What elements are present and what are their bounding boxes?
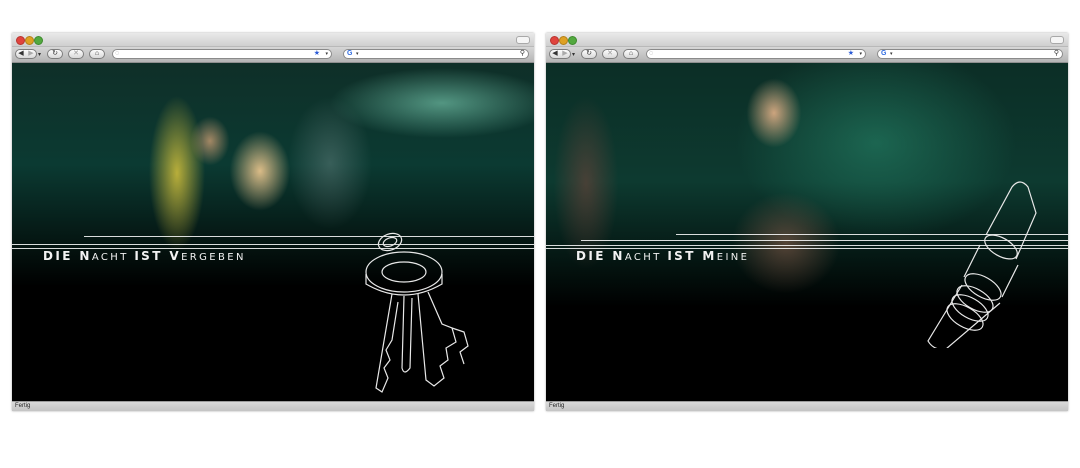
url-dropdown-icon[interactable]: ▾ [859, 50, 862, 58]
browser-window-right: ◀ ▶ ▾ ↻ ✕ ⌂ ◌ ★ ▾ G ▾ ⚲ DIE NACHT IST MEI… [546, 33, 1068, 411]
stop-button[interactable]: ✕ [602, 49, 618, 59]
address-bar[interactable]: ◌ ★ ▾ [112, 49, 332, 59]
bookmark-star-icon[interactable]: ★ [848, 50, 854, 58]
status-bar: Fertig [546, 401, 1068, 411]
slogan-part: DIE N [576, 249, 625, 263]
slogan-part: IST V [134, 249, 182, 263]
slogan-part: EINE [716, 252, 750, 263]
google-engine-icon[interactable]: G [347, 50, 352, 58]
page-content: DIE NACHT IST MEINE [546, 63, 1068, 402]
engine-dropdown-icon[interactable]: ▾ [356, 50, 359, 58]
history-dropdown-icon[interactable]: ▾ [38, 51, 41, 58]
bookmark-star-icon[interactable]: ★ [314, 50, 320, 58]
slogan-part: ERGEBEN [181, 252, 246, 263]
back-forward-buttons[interactable]: ◀ ▶ [549, 49, 571, 59]
navigation-toolbar: ◀ ▶ ▾ ↻ ✕ ⌂ ◌ ★ ▾ G ▾ ⚲ [546, 47, 1068, 63]
site-identity-icon[interactable]: ◌ [649, 50, 653, 58]
google-engine-icon[interactable]: G [881, 50, 886, 58]
back-arrow-icon[interactable]: ◀ [16, 50, 26, 58]
minimize-window-button[interactable] [25, 36, 34, 45]
search-bar[interactable]: G ▾ ⚲ [343, 49, 529, 59]
zoom-window-button[interactable] [568, 36, 577, 45]
toolbar-toggle-button[interactable] [1050, 36, 1064, 44]
url-dropdown-icon[interactable]: ▾ [325, 50, 328, 58]
status-bar: Fertig [12, 401, 534, 411]
engine-dropdown-icon[interactable]: ▾ [890, 50, 893, 58]
home-button[interactable]: ⌂ [623, 49, 639, 59]
address-bar[interactable]: ◌ ★ ▾ [646, 49, 866, 59]
navigation-toolbar: ◀ ▶ ▾ ↻ ✕ ⌂ ◌ ★ ▾ G ▾ ⚲ [12, 47, 534, 63]
keys-line-art-icon [365, 232, 469, 393]
slogan-text: DIE NACHT IST MEINE [576, 249, 749, 263]
back-arrow-icon[interactable]: ◀ [550, 50, 560, 58]
reload-button[interactable]: ↻ [47, 49, 63, 59]
slogan-part: DIE N [43, 249, 92, 263]
stop-button[interactable]: ✕ [68, 49, 84, 59]
browser-window-left: ◀ ▶ ▾ ↻ ✕ ⌂ ◌ ★ ▾ G ▾ ⚲ DIE NACHT IST VER… [12, 33, 534, 411]
search-icon[interactable]: ⚲ [520, 50, 525, 58]
page-content: DIE NACHT IST VERGEBEN [12, 63, 534, 402]
slogan-part: ACHT [624, 252, 668, 263]
history-dropdown-icon[interactable]: ▾ [572, 51, 575, 58]
search-icon[interactable]: ⚲ [1054, 50, 1059, 58]
slogan-part: ACHT [91, 252, 135, 263]
title-bar[interactable] [12, 33, 534, 47]
close-window-button[interactable] [16, 36, 25, 45]
forward-arrow-icon[interactable]: ▶ [560, 50, 570, 58]
reload-button[interactable]: ↻ [581, 49, 597, 59]
status-text: Fertig [15, 403, 31, 409]
status-text: Fertig [549, 403, 565, 409]
slogan-text: DIE NACHT IST VERGEBEN [43, 249, 246, 263]
minimize-window-button[interactable] [559, 36, 568, 45]
forward-arrow-icon[interactable]: ▶ [26, 50, 36, 58]
zoom-window-button[interactable] [34, 36, 43, 45]
site-identity-icon[interactable]: ◌ [115, 50, 119, 58]
home-button[interactable]: ⌂ [89, 49, 105, 59]
search-bar[interactable]: G ▾ ⚲ [877, 49, 1063, 59]
slogan-part: IST M [667, 249, 717, 263]
lipstick-line-art-icon [927, 181, 1037, 348]
back-forward-buttons[interactable]: ◀ ▶ [15, 49, 37, 59]
close-window-button[interactable] [550, 36, 559, 45]
title-bar[interactable] [546, 33, 1068, 47]
toolbar-toggle-button[interactable] [516, 36, 530, 44]
